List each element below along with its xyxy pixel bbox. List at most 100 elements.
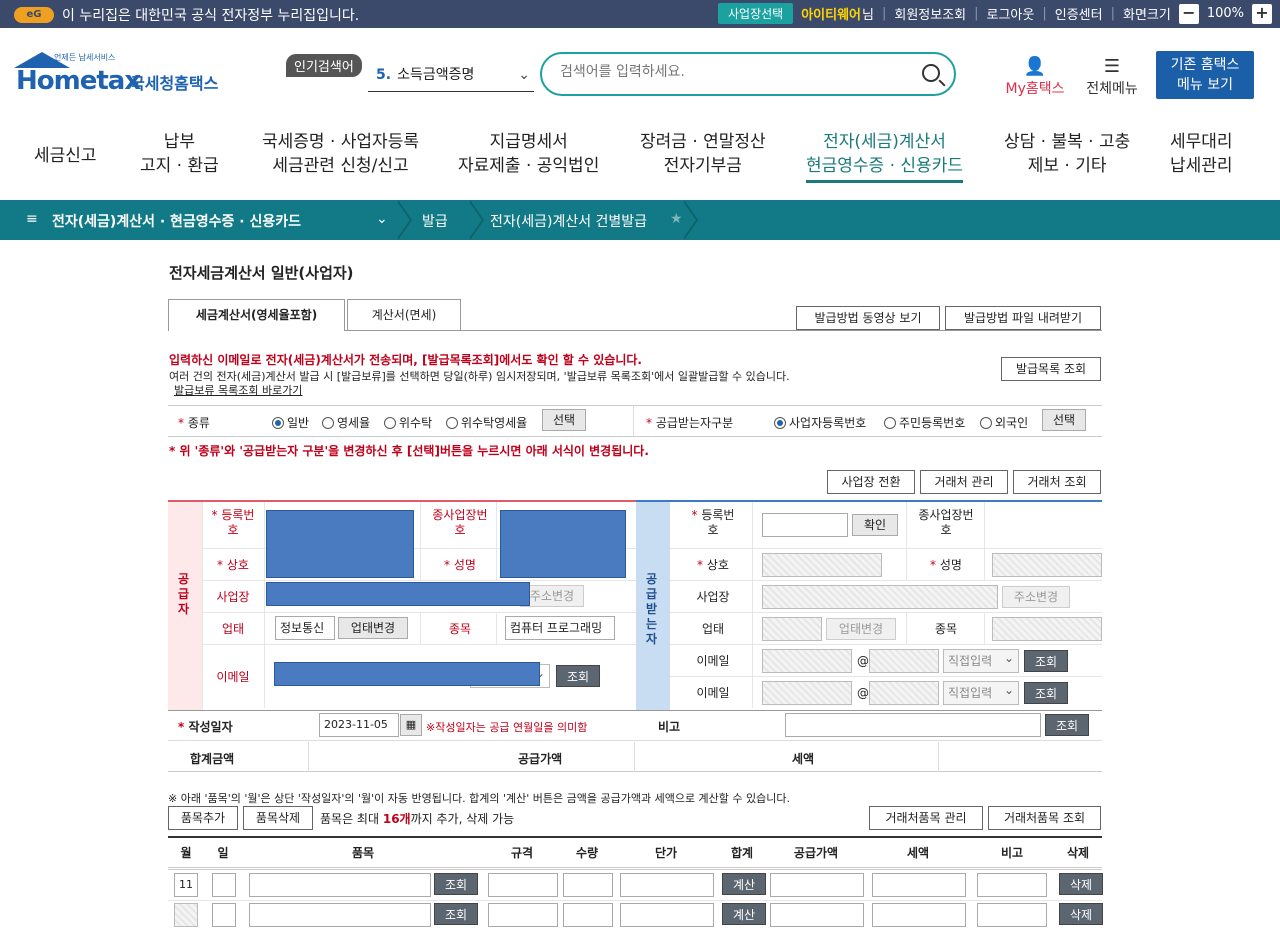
row1-item-input[interactable]: [249, 873, 431, 897]
calendar-icon[interactable]: ▦: [400, 714, 422, 736]
add-item-button[interactable]: 품목추가: [168, 806, 238, 830]
receiver-item-input[interactable]: [992, 617, 1102, 641]
hometax-logo[interactable]: 언제든 납세서비스 Hometax 국세청홈택스: [14, 52, 224, 102]
type-select-button[interactable]: 선택: [542, 409, 586, 431]
old-hometax-menu-button[interactable]: 기존 홈택스 메뉴 보기: [1156, 51, 1254, 99]
partner-manage-button[interactable]: 거래처 관리: [920, 470, 1008, 494]
logout-link[interactable]: 로그아웃: [987, 4, 1035, 23]
delete-item-button[interactable]: 품목삭제: [243, 806, 313, 830]
video-guide-button[interactable]: 발급방법 동영상 보기: [796, 306, 940, 330]
member-info-link[interactable]: 회원정보조회: [894, 4, 966, 23]
receiver-select-button[interactable]: 선택: [1042, 409, 1086, 431]
row2-spec[interactable]: [488, 903, 558, 927]
search-input[interactable]: [560, 64, 910, 80]
receiver-email1-select[interactable]: 직접입력: [943, 647, 1019, 673]
breadcrumb-menu[interactable]: 전자(세금)계산서 · 현금영수증 · 신용카드: [52, 211, 301, 231]
row2-item-search-button[interactable]: 조회: [434, 903, 478, 925]
receiver-email2-search-button[interactable]: 조회: [1024, 682, 1068, 704]
receiver-name-input[interactable]: [762, 553, 882, 577]
row1-month[interactable]: 11: [174, 873, 198, 897]
receiver-biz-type-button[interactable]: 업태변경: [826, 618, 896, 640]
receiver-confirm-button[interactable]: 확인: [852, 514, 898, 536]
switch-site-button[interactable]: 사업장 전환: [827, 470, 915, 494]
row1-spec[interactable]: [488, 873, 558, 897]
row1-unit-price[interactable]: [620, 873, 714, 897]
issue-list-button[interactable]: 발급목록 조회: [1001, 357, 1101, 381]
supplier-email-search-button[interactable]: 조회: [556, 665, 600, 687]
all-menu-button[interactable]: ☰ 전체메뉴: [1080, 56, 1144, 98]
row2-month[interactable]: [174, 903, 198, 927]
nav-tax-report[interactable]: 세금신고: [34, 144, 97, 168]
zoom-out-button[interactable]: −: [1178, 3, 1199, 24]
date-input[interactable]: 2023-11-05: [319, 713, 399, 737]
row1-supply[interactable]: [770, 873, 864, 897]
row1-calc-button[interactable]: 계산: [722, 873, 766, 895]
row1-day[interactable]: [212, 873, 236, 897]
row1-qty[interactable]: [563, 873, 613, 897]
cert-center-link[interactable]: 인증센터: [1055, 4, 1103, 23]
partner-search-button[interactable]: 거래처 조회: [1013, 470, 1101, 494]
nav-certificate[interactable]: 국세증명 · 사업자등록 세금관련 신청/신고: [262, 130, 419, 178]
radio-consign[interactable]: 위수탁: [384, 414, 432, 431]
receiver-email1-search-button[interactable]: 조회: [1024, 650, 1068, 672]
radio-biz-no[interactable]: 사업자등록번호: [774, 414, 866, 431]
receiver-address-button[interactable]: 주소변경: [1002, 586, 1070, 608]
row2-delete-button[interactable]: 삭제: [1059, 903, 1103, 925]
tab-invoice-exempt[interactable]: 계산서(면세): [347, 299, 461, 331]
row2-calc-button[interactable]: 계산: [722, 903, 766, 925]
radio-resident-no[interactable]: 주민등록번호: [884, 414, 965, 431]
supplier-biz-type-button[interactable]: 업태변경: [338, 617, 408, 639]
receiver-email2-select[interactable]: 직접입력: [943, 679, 1019, 705]
chevron-down-icon[interactable]: ⌄: [376, 211, 388, 227]
row2-supply[interactable]: [770, 903, 864, 927]
tab-tax-invoice[interactable]: 세금계산서(영세율포함): [168, 299, 345, 331]
row2-tax[interactable]: [872, 903, 966, 927]
partner-items-search-button[interactable]: 거래처품목 조회: [988, 806, 1101, 830]
my-hometax-button[interactable]: 👤 My홈택스: [1000, 56, 1070, 98]
row2-item-input[interactable]: [249, 903, 431, 927]
nav-consult[interactable]: 상담 · 불복 · 고충 제보 · 기타: [1004, 130, 1130, 178]
supplier-item-input[interactable]: 컴퓨터 프로그래밍: [505, 616, 615, 640]
at-sign: @: [857, 686, 869, 700]
row2-day[interactable]: [212, 903, 236, 927]
site-select-button[interactable]: 사업장선택: [717, 3, 794, 24]
partner-items-manage-button[interactable]: 거래처품목 관리: [869, 806, 983, 830]
receiver-email1-id[interactable]: [762, 649, 852, 673]
popular-search-dropdown[interactable]: 5. 소득금액증명 ⌄: [368, 64, 534, 92]
row1-tax[interactable]: [872, 873, 966, 897]
row1-memo[interactable]: [977, 873, 1047, 897]
memo-search-button[interactable]: 조회: [1045, 714, 1089, 736]
zoom-in-button[interactable]: +: [1252, 3, 1272, 24]
nav-e-invoice[interactable]: 전자(세금)계산서 현금영수증 · 신용카드: [806, 130, 963, 183]
radio-zero-rate[interactable]: 영세율: [322, 414, 370, 431]
radio-consign-zero[interactable]: 위수탁영세율: [446, 414, 527, 431]
row2-memo[interactable]: [977, 903, 1047, 927]
receiver-rep-input[interactable]: [992, 553, 1102, 577]
row2-unit-price[interactable]: [620, 903, 714, 927]
nav-incentive[interactable]: 장려금 · 연말정산 전자기부금: [640, 130, 766, 178]
receiver-biz-type-input[interactable]: [762, 617, 822, 641]
file-guide-button[interactable]: 발급방법 파일 내려받기: [945, 306, 1101, 330]
nav-payment-statement[interactable]: 지급명세서 자료제출 · 공익법인: [458, 130, 599, 178]
nav-payment[interactable]: 납부 고지 · 환급: [140, 130, 219, 178]
supplier-border: [202, 500, 636, 502]
supplier-biz-type-input[interactable]: 정보통신: [275, 616, 335, 640]
receiver-reg-no-input[interactable]: [762, 513, 848, 537]
nav-label: 장려금 · 연말정산: [640, 132, 766, 152]
row2-qty[interactable]: [563, 903, 613, 927]
radio-general[interactable]: 일반: [272, 414, 309, 431]
receiver-email2-domain[interactable]: [869, 681, 939, 705]
radio-foreigner[interactable]: 외국인: [980, 414, 1028, 431]
breadcrumb-level2[interactable]: 발급: [422, 211, 448, 231]
row1-delete-button[interactable]: 삭제: [1059, 873, 1103, 895]
receiver-email1-domain[interactable]: [869, 649, 939, 673]
hamburger-icon[interactable]: ≡: [26, 211, 38, 227]
star-icon[interactable]: ★: [670, 211, 683, 227]
row1-item-search-button[interactable]: 조회: [434, 873, 478, 895]
hold-list-link[interactable]: 발급보류 목록조회 바로가기: [174, 382, 302, 398]
search-icon[interactable]: [922, 64, 940, 82]
receiver-address-input[interactable]: [762, 585, 998, 609]
nav-tax-agent[interactable]: 세무대리 납세관리: [1170, 130, 1233, 178]
memo-input[interactable]: [785, 713, 1041, 737]
receiver-email2-id[interactable]: [762, 681, 852, 705]
